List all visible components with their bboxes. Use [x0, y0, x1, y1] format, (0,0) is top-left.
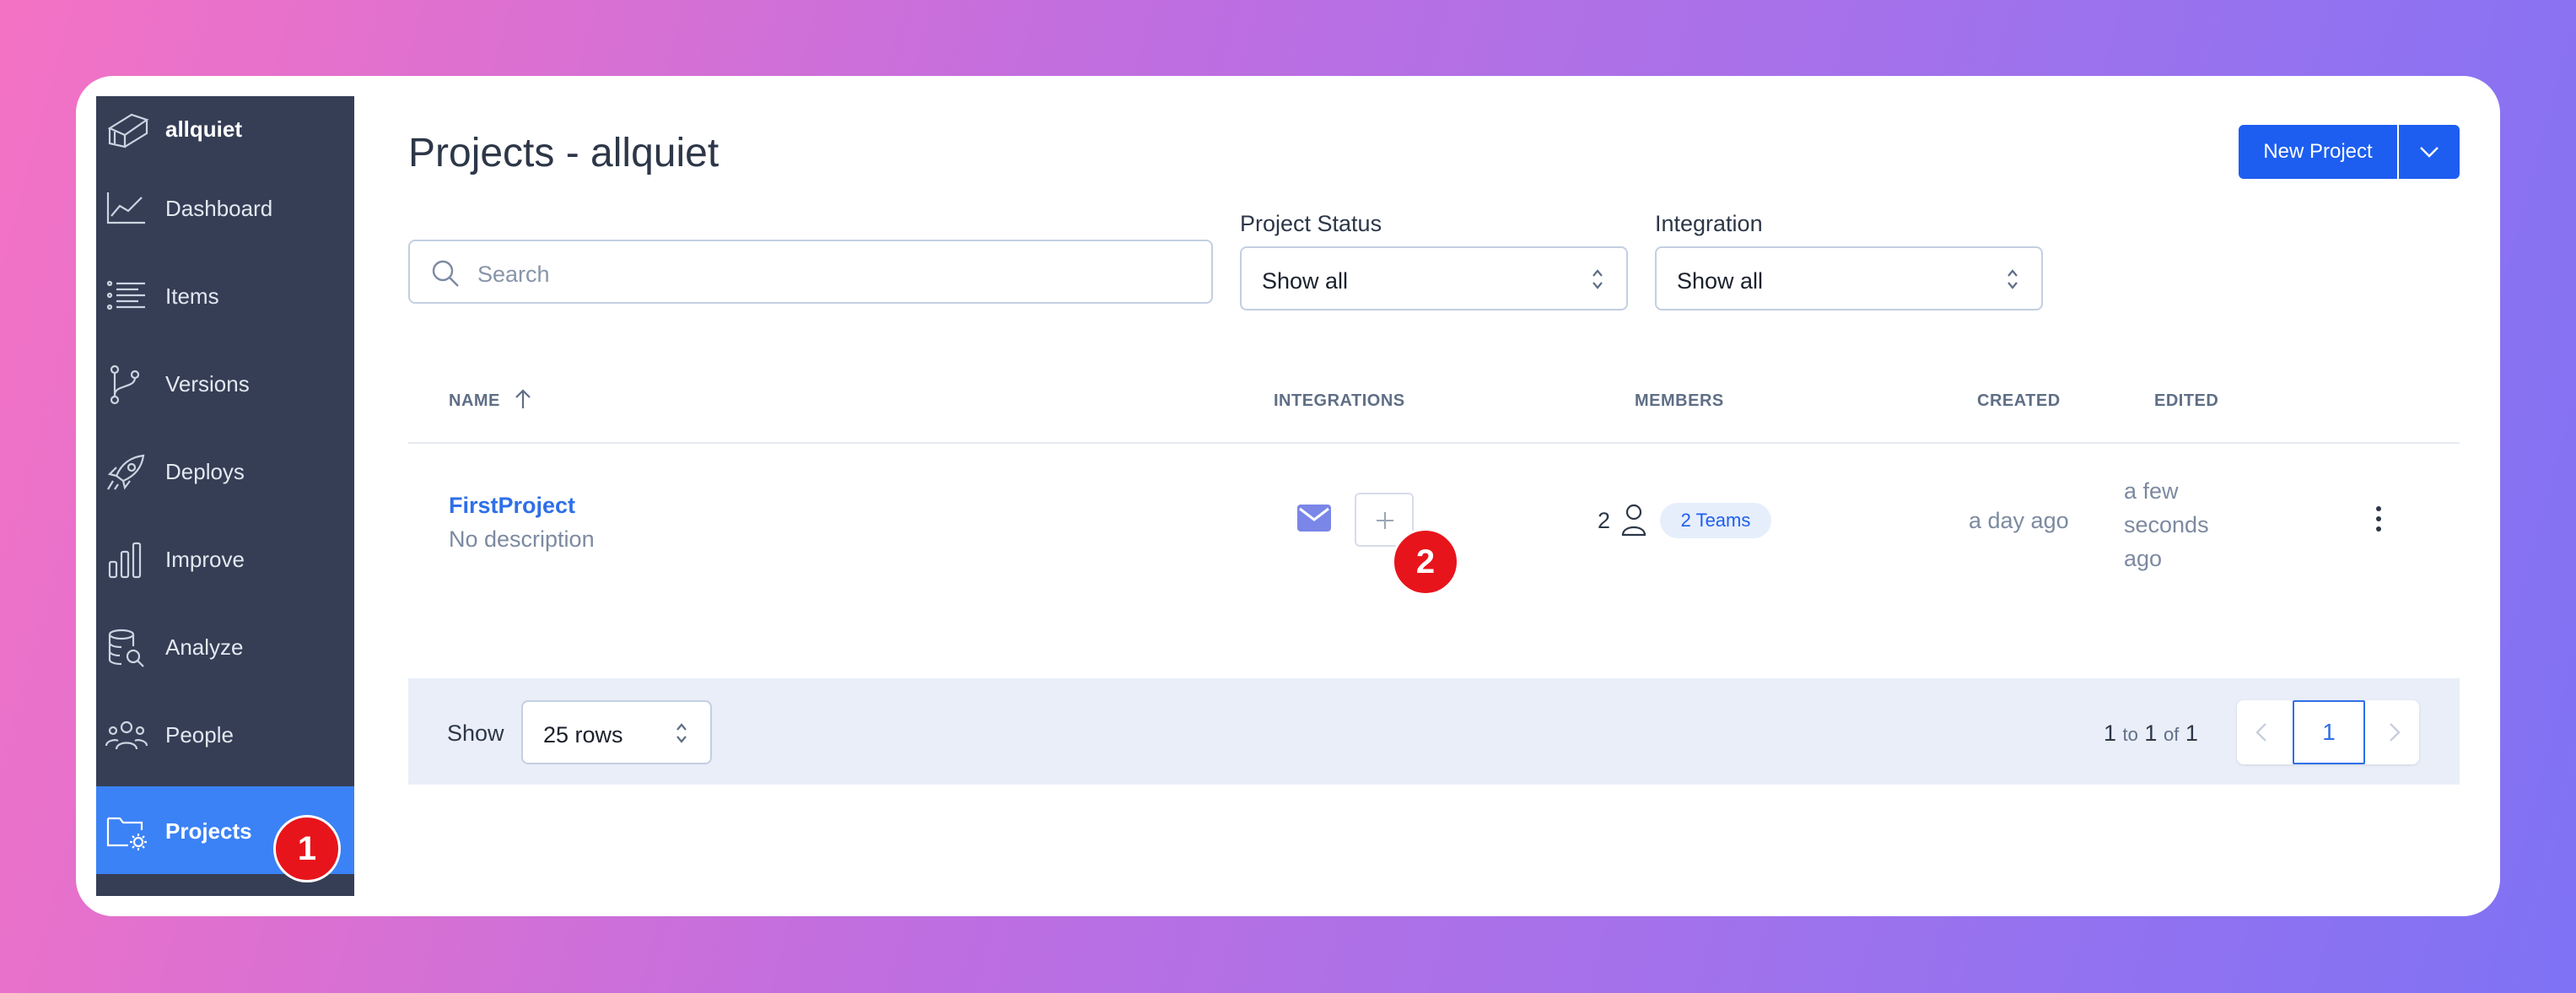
sidebar-item-analyze[interactable]: Analyze: [96, 602, 354, 690]
teams-badge[interactable]: 2 Teams: [1660, 503, 1771, 538]
column-header-integrations[interactable]: INTEGRATIONS: [1274, 391, 1405, 411]
database-search-icon: [108, 629, 144, 667]
plus-icon: [1377, 512, 1393, 529]
rows-per-page-value: 25 rows: [543, 722, 623, 747]
project-status-value: Show all: [1262, 268, 1349, 294]
sidebar-item-deploys[interactable]: Deploys: [96, 427, 354, 515]
brand-name: allquiet: [165, 116, 243, 142]
app-window: allquiet Dashboard Items Versions Deploy…: [76, 76, 2500, 916]
search-input[interactable]: Search: [408, 240, 1213, 304]
logo-icon: [107, 113, 149, 148]
page-title: Projects - allquiet: [408, 131, 719, 175]
more-options-icon[interactable]: [2374, 505, 2384, 533]
bar-chart-icon: [108, 542, 142, 579]
sidebar-item-versions[interactable]: Versions: [96, 339, 354, 427]
integration-filter-label: Integration: [1655, 211, 1763, 236]
sidebar: allquiet Dashboard Items Versions Deploy…: [96, 96, 354, 896]
column-header-members[interactable]: MEMBERS: [1635, 391, 1724, 411]
next-page-icon[interactable]: [2389, 722, 2401, 742]
edited-date: a few seconds ago: [2124, 478, 2209, 571]
step-badge-1: 1: [273, 815, 341, 882]
sidebar-item-label: Items: [165, 283, 219, 309]
pagination: 1: [2237, 700, 2419, 764]
new-project-button[interactable]: New Project: [2239, 125, 2397, 179]
search-placeholder: Search: [477, 262, 550, 287]
project-status-select[interactable]: Show all: [1240, 246, 1628, 310]
sidebar-item-label: Improve: [165, 547, 245, 572]
column-header-created[interactable]: CREATED: [1977, 391, 2061, 411]
sidebar-item-label: Dashboard: [165, 196, 273, 221]
sidebar-item-improve[interactable]: Improve: [96, 515, 354, 602]
page-button-current[interactable]: 1: [2293, 700, 2365, 764]
project-status-label: Project Status: [1240, 211, 1382, 236]
created-date: a day ago: [1969, 508, 2069, 533]
select-arrows-icon: [1592, 269, 1603, 289]
list-icon: [106, 280, 145, 310]
sidebar-item-label: Projects: [165, 818, 252, 844]
sidebar-item-items[interactable]: Items: [96, 251, 354, 339]
chart-line-icon: [106, 192, 145, 224]
folder-gear-icon: [106, 817, 147, 850]
sidebar-item-people[interactable]: People: [96, 690, 354, 778]
git-branch-icon: [110, 364, 140, 405]
new-project-dropdown-button[interactable]: [2399, 125, 2460, 179]
previous-page-icon[interactable]: [2255, 722, 2267, 742]
sidebar-item-label: Analyze: [165, 634, 244, 660]
select-arrows-icon: [676, 723, 687, 743]
person-icon: [1621, 504, 1646, 537]
pagination-summary: 1 to 1 of 1: [2104, 720, 2198, 746]
rocket-icon: [107, 454, 145, 490]
select-arrows-icon: [2007, 269, 2018, 289]
project-name-link[interactable]: FirstProject: [449, 493, 575, 519]
mail-icon[interactable]: [1297, 505, 1331, 532]
chevron-down-icon: [2420, 147, 2439, 158]
sidebar-item-label: Deploys: [165, 459, 245, 484]
column-header-edited[interactable]: EDITED: [2154, 391, 2218, 411]
sidebar-item-dashboard[interactable]: Dashboard: [96, 164, 354, 251]
table-divider: [408, 442, 2460, 444]
project-description: No description: [449, 526, 595, 552]
integration-value: Show all: [1677, 268, 1764, 294]
search-icon: [432, 260, 459, 287]
people-icon: [105, 720, 148, 750]
step-badge-2: 2: [1392, 528, 1459, 596]
column-header-name[interactable]: NAME: [449, 389, 531, 411]
rows-per-page-select[interactable]: 25 rows: [521, 700, 712, 764]
member-count: 2: [1598, 508, 1611, 533]
sidebar-item-label: People: [165, 722, 234, 747]
integration-select[interactable]: Show all: [1655, 246, 2043, 310]
sort-ascending-icon: [515, 389, 531, 408]
brand[interactable]: allquiet: [96, 96, 354, 164]
show-label: Show: [447, 720, 504, 746]
sidebar-item-label: Versions: [165, 371, 250, 397]
table-footer: Show 25 rows 1 to 1 of 1 1: [408, 678, 2460, 785]
